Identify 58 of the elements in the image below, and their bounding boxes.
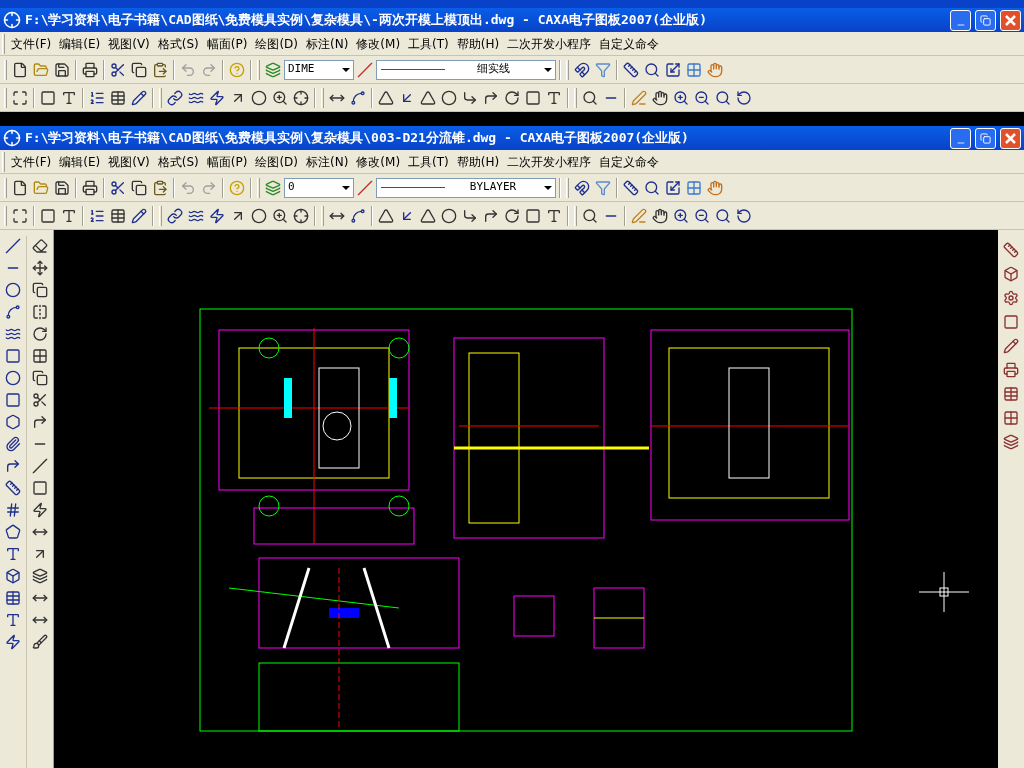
drawing-canvas[interactable] [54, 230, 998, 768]
menu-item[interactable]: 自定义命令 [595, 34, 664, 53]
restore-icon [980, 132, 991, 144]
close-button[interactable] [1000, 127, 1021, 149]
menu-item[interactable]: 编辑(E) [55, 34, 105, 53]
menu-item[interactable]: 格式(S) [153, 152, 203, 171]
restore-button[interactable] [975, 127, 996, 149]
linetype-dropdown[interactable]: 细实线 [376, 59, 556, 80]
menu-item[interactable]: 视图(V) [104, 152, 154, 171]
sheet-icon[interactable] [1001, 384, 1021, 404]
menu-item[interactable]: 绘图(D) [251, 34, 302, 53]
ellipse-icon[interactable] [3, 368, 23, 388]
layer-dropdown[interactable]: DIME [284, 59, 354, 80]
line-icon[interactable] [3, 236, 23, 256]
menu-item[interactable]: 二次开发小程序 [503, 152, 596, 171]
menu-item[interactable]: 自定义命令 [595, 152, 664, 171]
menu-item[interactable]: 标注(N) [302, 152, 353, 171]
caret-icon[interactable] [544, 67, 552, 72]
caret-icon[interactable] [544, 185, 552, 190]
window-title: F:\学习资料\电子书籍\CAD图纸\免费模具实例\复杂模具\003-D21分流锥.dwg - CAXA电子图板2007(企业版) [25, 129, 690, 148]
menu-item[interactable]: 修改(M) [352, 34, 405, 53]
minimize-button[interactable] [950, 127, 971, 149]
menu-item[interactable]: 格式(S) [153, 34, 203, 53]
menu-item[interactable]: 帮助(H) [452, 152, 504, 171]
crosshair-cursor-icon [919, 572, 969, 612]
menu-item[interactable]: 帮助(H) [452, 34, 504, 53]
minimize-button[interactable] [950, 9, 971, 31]
app-logo-icon [3, 129, 21, 147]
window-title: F:\学习资料\电子书籍\CAD图纸\免费模具实例\复杂模具\-两次开模上模顶出.dwg - CAXA电子图板2007(企业版) [25, 11, 708, 30]
menu-item[interactable]: 编辑(E) [55, 152, 105, 171]
layers-icon[interactable] [1001, 432, 1021, 452]
menu-item[interactable]: 文件(F) [7, 34, 56, 53]
polygon-icon[interactable] [3, 412, 23, 432]
menu-item[interactable]: 工具(T) [404, 152, 453, 171]
restore-icon [980, 14, 991, 26]
menu-item[interactable]: 修改(M) [352, 152, 405, 171]
menu-item[interactable]: 二次开发小程序 [503, 34, 596, 53]
app-logo-icon [3, 11, 21, 29]
menu-item[interactable]: 幅面(P) [202, 34, 252, 53]
layer-dropdown[interactable]: 0 [284, 177, 354, 198]
caret-icon[interactable] [342, 185, 350, 190]
menu-item[interactable]: 幅面(P) [202, 152, 252, 171]
menu-item[interactable]: 视图(V) [104, 34, 154, 53]
arc-icon[interactable] [3, 302, 23, 322]
close-icon [1005, 132, 1016, 144]
rectangle-icon[interactable] [3, 390, 23, 410]
caret-icon[interactable] [342, 67, 350, 72]
close-icon [1005, 14, 1016, 26]
linetype-dropdown[interactable]: BYLAYER [376, 177, 556, 198]
restore-button[interactable] [975, 9, 996, 31]
close-button[interactable] [1000, 9, 1021, 31]
menu-item[interactable]: 文件(F) [7, 152, 56, 171]
print-icon[interactable] [1001, 360, 1021, 380]
menu-item[interactable]: 工具(T) [404, 34, 453, 53]
circle-icon[interactable] [3, 280, 23, 300]
menu-item[interactable]: 标注(N) [302, 34, 353, 53]
measure-icon[interactable] [1001, 240, 1021, 260]
menu-item[interactable]: 绘图(D) [251, 152, 302, 171]
